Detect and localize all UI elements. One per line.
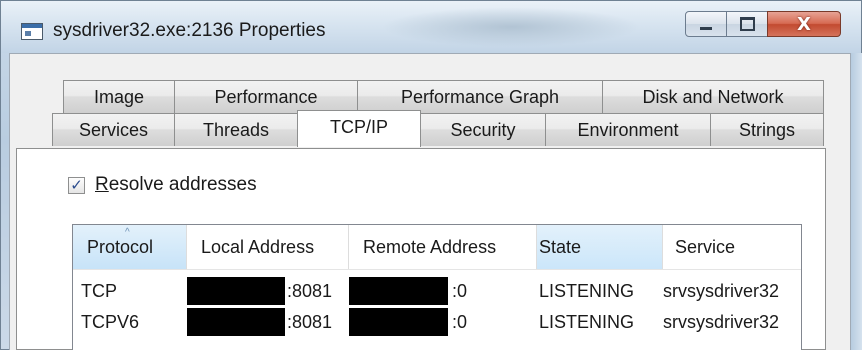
close-button[interactable]: X xyxy=(767,11,841,37)
row1-local-address: :8081 xyxy=(287,280,333,301)
tab-performance-graph[interactable]: Performance Graph xyxy=(357,80,603,113)
resolve-addresses-label[interactable]: Resolve addresses xyxy=(95,174,257,196)
resolve-mnemonic: R xyxy=(95,174,109,195)
row1-service: srvsysdriver32 xyxy=(663,280,780,301)
column-header-service[interactable]: Service xyxy=(663,225,801,269)
column-header-remote-address[interactable]: Remote Address xyxy=(349,225,537,269)
resolve-label-rest: esolve addresses xyxy=(108,174,257,195)
column-header-protocol[interactable]: ^ Protocol xyxy=(73,225,187,269)
maximize-button[interactable] xyxy=(726,11,768,37)
connections-table[interactable]: ^ Protocol Local Address Remote Address … xyxy=(72,224,802,350)
tab-threads[interactable]: Threads xyxy=(174,113,298,146)
tab-security[interactable]: Security xyxy=(420,113,546,146)
row2-service: srvsysdriver32 xyxy=(663,311,780,332)
column-label-remote-address: Remote Address xyxy=(363,236,497,257)
row1-local-redaction xyxy=(187,277,285,305)
tab-strings[interactable]: Strings xyxy=(710,113,824,146)
row1-remote-address: :0 xyxy=(452,280,468,301)
row2-local-redaction xyxy=(187,308,285,336)
minimize-icon xyxy=(686,12,726,36)
column-header-state[interactable]: State xyxy=(537,225,663,269)
row1-protocol: TCP xyxy=(81,280,117,301)
column-label-local-address: Local Address xyxy=(201,236,315,257)
tab-disk-and-network[interactable]: Disk and Network xyxy=(602,80,824,113)
row2-remote-redaction xyxy=(349,308,448,336)
row1-state: LISTENING xyxy=(539,280,635,301)
row2-state: LISTENING xyxy=(539,311,635,332)
column-label-protocol: Protocol xyxy=(87,236,154,257)
maximize-icon xyxy=(727,12,767,36)
tab-environment[interactable]: Environment xyxy=(545,113,711,146)
header-divider xyxy=(73,269,801,270)
minimize-button[interactable] xyxy=(685,11,727,37)
window-right-border xyxy=(851,53,862,350)
tab-performance[interactable]: Performance xyxy=(174,80,358,113)
tab-image[interactable]: Image xyxy=(63,80,175,113)
row2-local-address: :8081 xyxy=(287,311,333,332)
row1-remote-redaction xyxy=(349,277,448,305)
close-icon: X xyxy=(797,13,811,35)
resolve-addresses-checkbox[interactable]: ✓ xyxy=(68,177,85,194)
column-header-local-address[interactable]: Local Address xyxy=(187,225,349,269)
app-window-icon[interactable] xyxy=(21,23,43,40)
tab-services[interactable]: Services xyxy=(52,113,175,146)
sort-ascending-icon: ^ xyxy=(125,227,130,238)
checkmark-icon: ✓ xyxy=(70,176,83,194)
window-title: sysdriver32.exe:2136 Properties xyxy=(53,20,326,41)
column-label-state: State xyxy=(539,236,582,257)
row2-protocol: TCPV6 xyxy=(81,311,140,332)
title-bar[interactable]: sysdriver32.exe:2136 Properties X xyxy=(1,1,861,53)
title-bar-glass xyxy=(381,7,641,47)
column-label-service: Service xyxy=(675,236,736,257)
row2-remote-address: :0 xyxy=(452,311,468,332)
tab-tcp-ip[interactable]: TCP/IP xyxy=(297,110,421,147)
